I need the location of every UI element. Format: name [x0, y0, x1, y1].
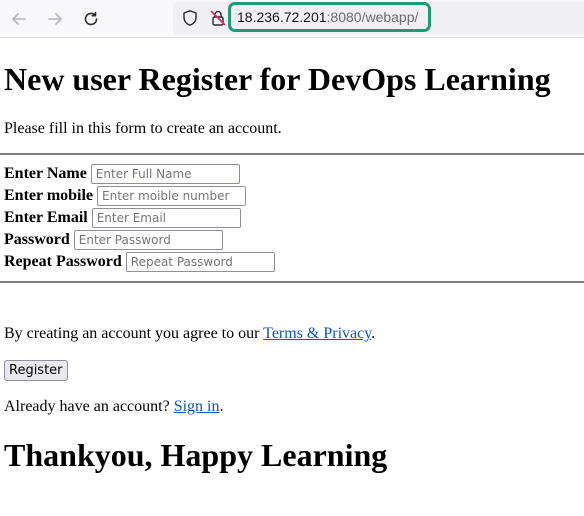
password-input[interactable]: [73, 230, 223, 250]
mobile-label: Enter mobile: [4, 187, 94, 204]
signin-suffix: .: [219, 398, 224, 415]
email-label: Enter Email: [4, 209, 88, 226]
repeat-password-input[interactable]: [125, 252, 275, 272]
reload-button[interactable]: [78, 6, 104, 32]
insecure-lock-icon[interactable]: [209, 9, 227, 27]
url-text[interactable]: 18.236.72.201:8080/webapp/: [237, 9, 418, 25]
address-bar[interactable]: 18.236.72.201:8080/webapp/: [173, 2, 584, 34]
password-label: Password: [4, 231, 70, 248]
top-divider: [0, 153, 584, 155]
intro-text: Please fill in this form to create an ac…: [4, 120, 282, 137]
mobile-row: Enter mobile: [4, 185, 247, 207]
agreement-text: By creating an account you agree to our …: [4, 325, 375, 343]
signin-text: Already have an account? Sign in.: [4, 398, 223, 416]
thankyou-heading: Thankyou, Happy Learning: [4, 437, 388, 473]
page-title: New user Register for DevOps Learning: [4, 61, 551, 97]
email-input[interactable]: [91, 208, 241, 228]
password-row: Password: [4, 229, 223, 251]
bottom-divider: [0, 281, 584, 283]
repeat-password-row: Repeat Password: [4, 251, 275, 273]
forward-button[interactable]: [42, 6, 68, 32]
url-port-path: :8080/webapp/: [326, 9, 419, 25]
repeat-password-label: Repeat Password: [4, 253, 122, 270]
signin-link[interactable]: Sign in: [174, 398, 220, 415]
forward-arrow-icon: [48, 13, 62, 25]
back-button[interactable]: [6, 6, 32, 32]
agreement-suffix: .: [371, 325, 376, 342]
shield-icon[interactable]: [181, 9, 199, 27]
signin-prefix: Already have an account?: [4, 398, 174, 415]
name-row: Enter Name: [4, 163, 240, 185]
back-arrow-icon: [12, 13, 26, 25]
agreement-prefix: By creating an account you agree to our: [4, 325, 264, 342]
terms-privacy-link[interactable]: Terms & Privacy: [263, 325, 371, 342]
email-row: Enter Email: [4, 207, 241, 229]
name-label: Enter Name: [4, 165, 87, 182]
url-host: 18.236.72.201: [237, 9, 327, 25]
browser-toolbar: 18.236.72.201:8080/webapp/: [0, 0, 584, 38]
reload-icon: [84, 11, 98, 26]
name-input[interactable]: [90, 164, 240, 184]
mobile-input[interactable]: [97, 186, 247, 206]
register-button[interactable]: Register: [4, 360, 68, 381]
